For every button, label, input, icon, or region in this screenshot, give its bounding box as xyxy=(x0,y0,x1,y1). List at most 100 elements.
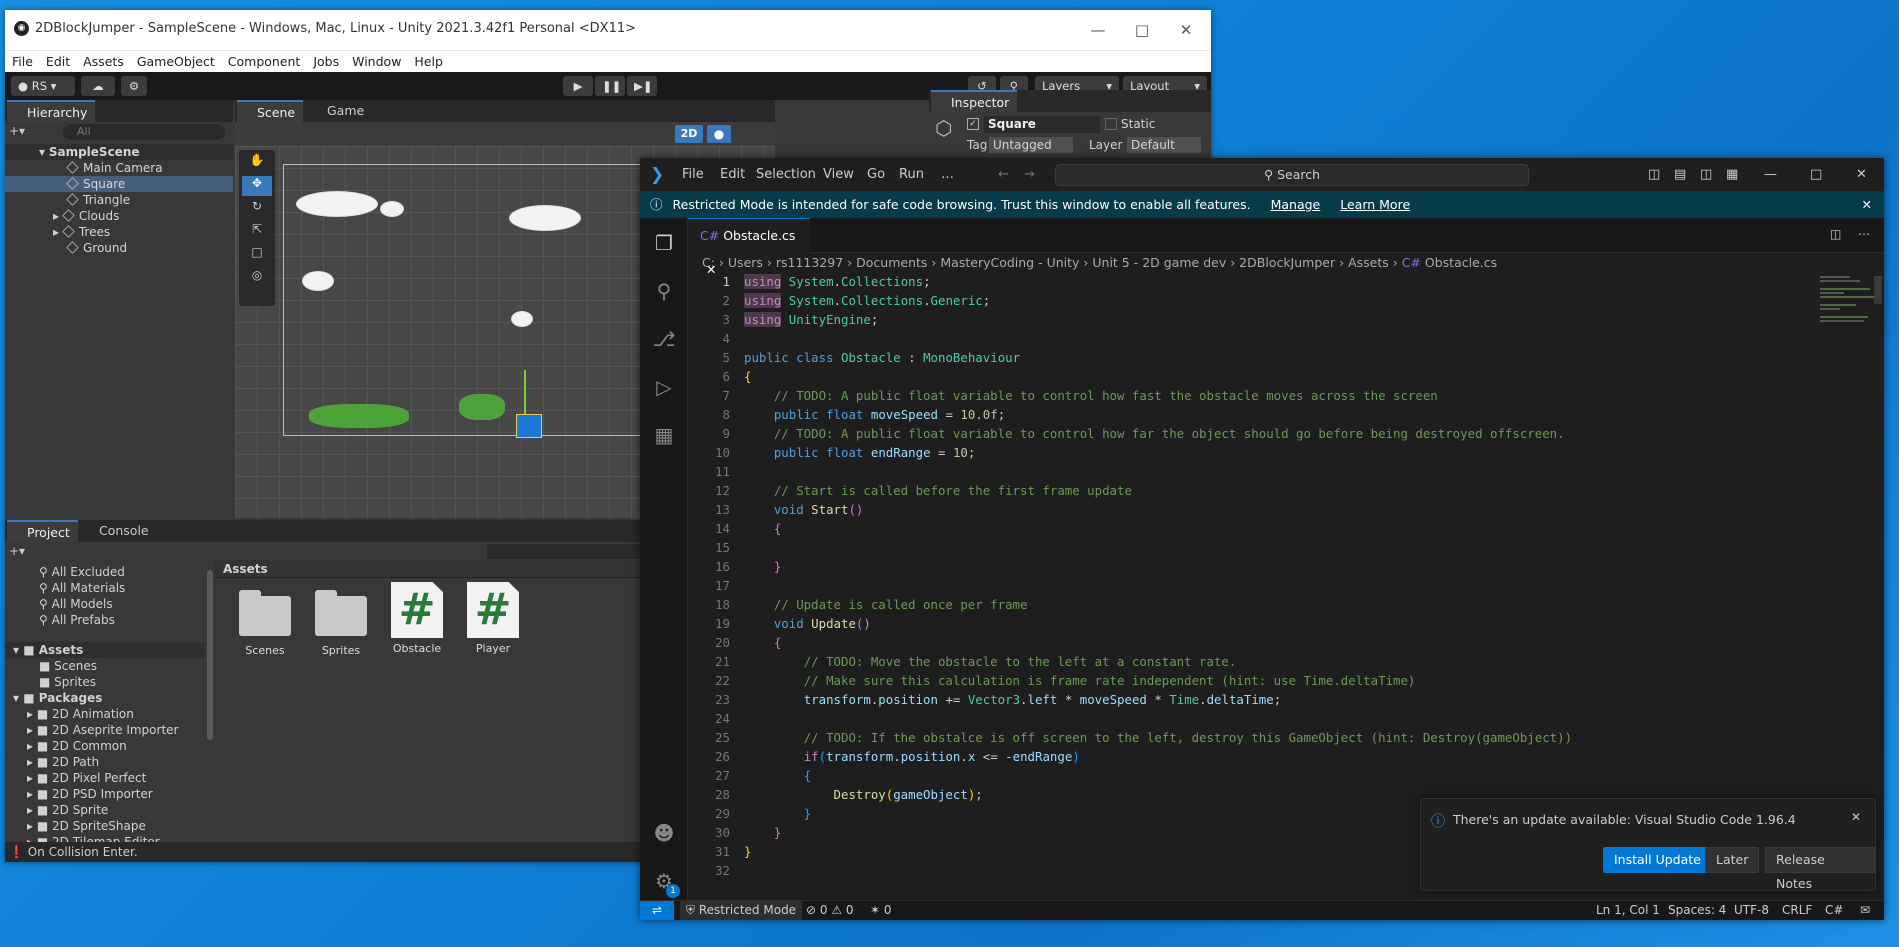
toggle-sidebar-icon[interactable]: ◫ xyxy=(1648,167,1660,182)
menu-more[interactable]: … xyxy=(941,167,954,182)
step-button[interactable]: ▶❚ xyxy=(627,76,657,96)
close-banner-icon[interactable]: ✕ xyxy=(1862,192,1872,218)
package-item[interactable]: ▸ ■ 2D Sprite xyxy=(5,802,205,818)
tab-console[interactable]: Console xyxy=(79,520,157,542)
rotate-tool-icon[interactable]: ↻ xyxy=(242,199,272,219)
eol-status[interactable]: CRLF xyxy=(1782,901,1812,920)
folder-tree-scrollbar[interactable] xyxy=(207,570,213,740)
search-icon[interactable]: ⚲ xyxy=(651,278,677,304)
breadcrumb-item[interactable]: Obstacle.cs xyxy=(1425,255,1497,270)
encoding-status[interactable]: UTF-8 xyxy=(1734,901,1769,920)
pause-button[interactable]: ❚❚ xyxy=(595,76,625,96)
menu-edit[interactable]: Edit xyxy=(46,54,70,69)
menu-go[interactable]: Go xyxy=(867,167,885,182)
hierarchy-item-clouds[interactable]: ▸ Clouds xyxy=(5,208,233,224)
hand-tool-icon[interactable]: ✋ xyxy=(242,153,272,173)
favorite-all-excluded[interactable]: ⚲ All Excluded xyxy=(5,564,205,580)
package-item[interactable]: ▸ ■ 2D Common xyxy=(5,738,205,754)
add-asset-icon[interactable]: +▾ xyxy=(9,544,25,558)
packages-root-folder[interactable]: ▾ ■ Packages xyxy=(5,690,205,706)
remote-icon[interactable]: ⇌ xyxy=(640,901,674,920)
language-mode[interactable]: C# xyxy=(1825,901,1843,920)
object-name-input[interactable]: Square xyxy=(984,116,1100,133)
menu-jobs[interactable]: Jobs xyxy=(313,54,339,69)
extensions-icon[interactable]: ▦ xyxy=(651,422,677,448)
asset-scenes-folder[interactable]: Scenes xyxy=(235,590,295,657)
hierarchy-search-input[interactable]: All xyxy=(63,124,225,140)
move-tool-icon[interactable]: ✥ xyxy=(242,176,272,196)
square-sprite[interactable] xyxy=(516,414,542,438)
breadcrumb-item[interactable]: 2DBlockJumper xyxy=(1239,255,1335,270)
notifications-bell-icon[interactable]: ✉ xyxy=(1860,901,1870,920)
learn-more-link[interactable]: Learn More xyxy=(1340,197,1410,212)
ports-status[interactable]: ✶ 0 xyxy=(870,901,892,920)
more-actions-icon[interactable]: ⋯ xyxy=(1858,227,1870,241)
hierarchy-item-trees[interactable]: ▸ Trees xyxy=(5,224,233,240)
tab-scene[interactable]: Scene xyxy=(237,100,304,122)
explorer-icon[interactable]: ❐ xyxy=(651,230,677,256)
breadcrumb-item[interactable]: MasteryCoding - Unity xyxy=(940,255,1079,270)
2d-mode-toggle[interactable]: 2D xyxy=(675,125,703,143)
close-notification-icon[interactable]: ✕ xyxy=(1851,810,1861,824)
add-icon[interactable]: +▾ xyxy=(9,124,25,138)
account-icon[interactable]: ☻ xyxy=(651,820,677,846)
cloud-icon[interactable]: ☁ xyxy=(81,76,115,96)
install-update-button[interactable]: Install Update xyxy=(1603,847,1712,873)
breadcrumb-item[interactable]: Unit 5 - 2D game dev xyxy=(1092,255,1226,270)
forward-arrow-icon[interactable]: → xyxy=(1024,167,1035,182)
menu-selection[interactable]: Selection xyxy=(756,167,816,182)
toggle-panel-icon[interactable]: ▤ xyxy=(1674,167,1686,182)
breadcrumb-item[interactable]: Users xyxy=(728,255,763,270)
package-item[interactable]: ▸ ■ 2D Pixel Perfect xyxy=(5,770,205,786)
indentation-status[interactable]: Spaces: 4 xyxy=(1668,901,1726,920)
layer-dropdown[interactable]: Default xyxy=(1127,137,1201,153)
hierarchy-item-triangle[interactable]: Triangle xyxy=(5,192,233,208)
asset-obstacle-script[interactable]: # Obstacle xyxy=(387,582,447,657)
back-arrow-icon[interactable]: ← xyxy=(998,167,1009,182)
menu-file[interactable]: File xyxy=(12,54,33,69)
tag-dropdown[interactable]: Untagged xyxy=(989,137,1073,153)
split-editor-icon[interactable]: ◫ xyxy=(1830,227,1841,241)
source-control-icon[interactable]: ⎇ xyxy=(651,326,677,352)
asset-player-script[interactable]: # Player xyxy=(463,582,523,657)
folder-scenes[interactable]: ■ Scenes xyxy=(5,658,205,674)
tab-obstacle-cs[interactable]: C# Obstacle.cs ✕ xyxy=(688,218,810,277)
tab-inspector[interactable]: Inspector xyxy=(931,90,1018,112)
manage-link[interactable]: Manage xyxy=(1271,197,1321,212)
hierarchy-item-main-camera[interactable]: Main Camera xyxy=(5,160,233,176)
breadcrumb-item[interactable]: rs1113297 xyxy=(776,255,843,270)
menu-help[interactable]: Help xyxy=(414,54,443,69)
package-item[interactable]: ▸ ■ 2D Animation xyxy=(5,706,205,722)
maximize-icon[interactable]: □ xyxy=(1122,16,1162,44)
play-button[interactable]: ▶ xyxy=(563,76,593,96)
hierarchy-item-ground[interactable]: Ground xyxy=(5,240,233,256)
assets-root-folder[interactable]: ▾ ■ Assets xyxy=(5,642,205,658)
scale-tool-icon[interactable]: ⇱ xyxy=(242,222,272,242)
close-icon[interactable]: ✕ xyxy=(1166,16,1206,44)
menu-window[interactable]: Window xyxy=(352,54,401,69)
favorite-all-models[interactable]: ⚲ All Models xyxy=(5,596,205,612)
active-checkbox[interactable]: ✓ xyxy=(967,118,979,130)
breadcrumb-item[interactable]: Assets xyxy=(1348,255,1389,270)
editor-scrollbar[interactable] xyxy=(1874,276,1882,304)
cursor-position[interactable]: Ln 1, Col 1 xyxy=(1596,901,1660,920)
customize-layout-icon[interactable]: ▦ xyxy=(1726,167,1738,182)
command-center-search[interactable]: ⚲ Search xyxy=(1055,164,1529,186)
menu-assets[interactable]: Assets xyxy=(83,54,124,69)
toggle-secondary-sidebar-icon[interactable]: ◫ xyxy=(1700,167,1712,182)
favorite-all-materials[interactable]: ⚲ All Materials xyxy=(5,580,205,596)
collab-icon[interactable]: ⚙ xyxy=(121,76,147,96)
breadcrumb-item[interactable]: Documents xyxy=(856,255,927,270)
menu-gameobject[interactable]: GameObject xyxy=(137,54,215,69)
hierarchy-item-square[interactable]: Square xyxy=(5,176,233,192)
menu-file[interactable]: File xyxy=(682,167,704,182)
later-button[interactable]: Later xyxy=(1705,847,1760,873)
tab-project[interactable]: Project xyxy=(7,520,78,542)
folder-sprites[interactable]: ■ Sprites xyxy=(5,674,205,690)
close-icon[interactable]: ✕ xyxy=(1856,167,1867,182)
hierarchy-scene-row[interactable]: ▾ SampleScene xyxy=(5,144,233,160)
rect-tool-icon[interactable]: □ xyxy=(242,245,272,265)
tab-game[interactable]: Game xyxy=(307,100,372,122)
minimize-icon[interactable]: — xyxy=(1764,167,1777,182)
run-debug-icon[interactable]: ▷ xyxy=(651,374,677,400)
